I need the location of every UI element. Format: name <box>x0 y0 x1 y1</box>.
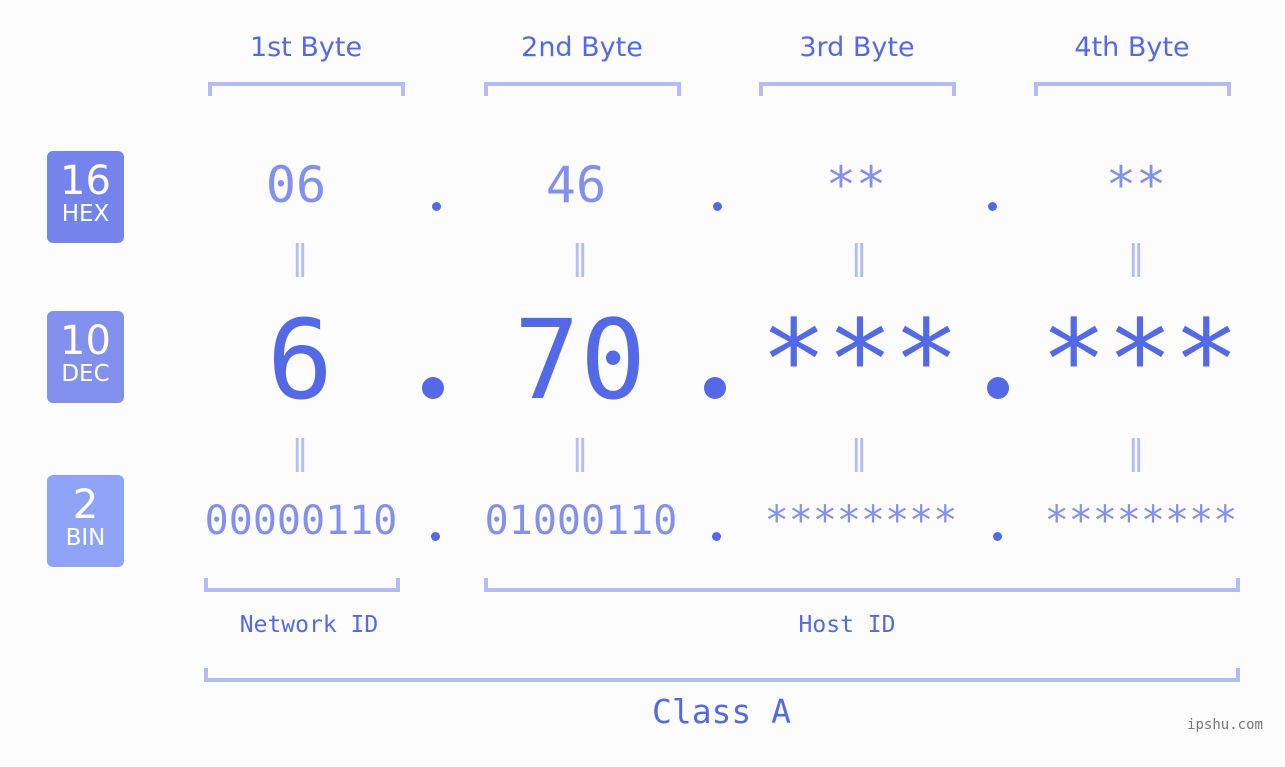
network-id-bracket <box>204 578 400 592</box>
byte-header-2: 2nd Byte <box>521 32 643 63</box>
class-label: Class A <box>651 692 792 731</box>
byte-header-1: 1st Byte <box>249 32 363 63</box>
bin-badge: 2 BIN <box>47 475 124 567</box>
byte-bracket-3 <box>759 82 956 96</box>
host-id-bracket <box>484 578 1240 592</box>
bin-dot-1 <box>431 532 440 541</box>
bin-byte-3: ******** <box>764 498 958 544</box>
hex-dot-1 <box>432 202 441 211</box>
bin-byte-1: 00000110 <box>204 498 398 544</box>
equals-icon: ‖ <box>850 433 868 473</box>
dec-byte-1: 6 <box>266 296 334 424</box>
equals-icon: ‖ <box>571 238 589 278</box>
hex-byte-3: ** <box>825 156 887 214</box>
hex-byte-4: ** <box>1105 156 1167 214</box>
dec-badge-number: 10 <box>60 318 111 364</box>
dec-dot-2 <box>704 377 726 399</box>
watermark: ipshu.com <box>1187 717 1263 733</box>
bin-dot-2 <box>712 532 721 541</box>
hex-byte-2: 46 <box>545 156 607 214</box>
equals-icon: ‖ <box>1127 238 1145 278</box>
network-id-label: Network ID <box>239 612 379 638</box>
hex-badge-label: HEX <box>61 201 110 227</box>
byte-header-4: 4th Byte <box>1074 32 1190 63</box>
hex-byte-1: 06 <box>265 156 327 214</box>
dec-byte-3: *** <box>760 296 960 424</box>
dec-byte-2: 70 <box>513 296 647 424</box>
bin-dot-3 <box>993 532 1002 541</box>
hex-badge-number: 16 <box>60 158 111 204</box>
dec-dot-1 <box>422 377 444 399</box>
bin-byte-4: ******** <box>1044 498 1238 544</box>
equals-icon: ‖ <box>1127 433 1145 473</box>
hex-dot-2 <box>713 202 722 211</box>
bin-byte-2: 01000110 <box>484 498 678 544</box>
class-bracket <box>204 668 1240 682</box>
hex-badge: 16 HEX <box>47 151 124 243</box>
byte-bracket-2 <box>484 82 681 96</box>
equals-icon: ‖ <box>850 238 868 278</box>
equals-icon: ‖ <box>291 433 309 473</box>
dec-byte-4: *** <box>1040 296 1240 424</box>
host-id-label: Host ID <box>798 612 896 638</box>
byte-header-3: 3rd Byte <box>799 32 915 63</box>
dec-badge: 10 DEC <box>47 311 124 403</box>
equals-icon: ‖ <box>291 238 309 278</box>
byte-bracket-4 <box>1034 82 1231 96</box>
bin-badge-label: BIN <box>65 525 106 551</box>
dec-badge-label: DEC <box>61 361 110 387</box>
equals-icon: ‖ <box>571 433 589 473</box>
bin-badge-number: 2 <box>72 482 99 528</box>
byte-bracket-1 <box>208 82 405 96</box>
dec-dot-3 <box>987 377 1009 399</box>
hex-dot-3 <box>988 202 997 211</box>
